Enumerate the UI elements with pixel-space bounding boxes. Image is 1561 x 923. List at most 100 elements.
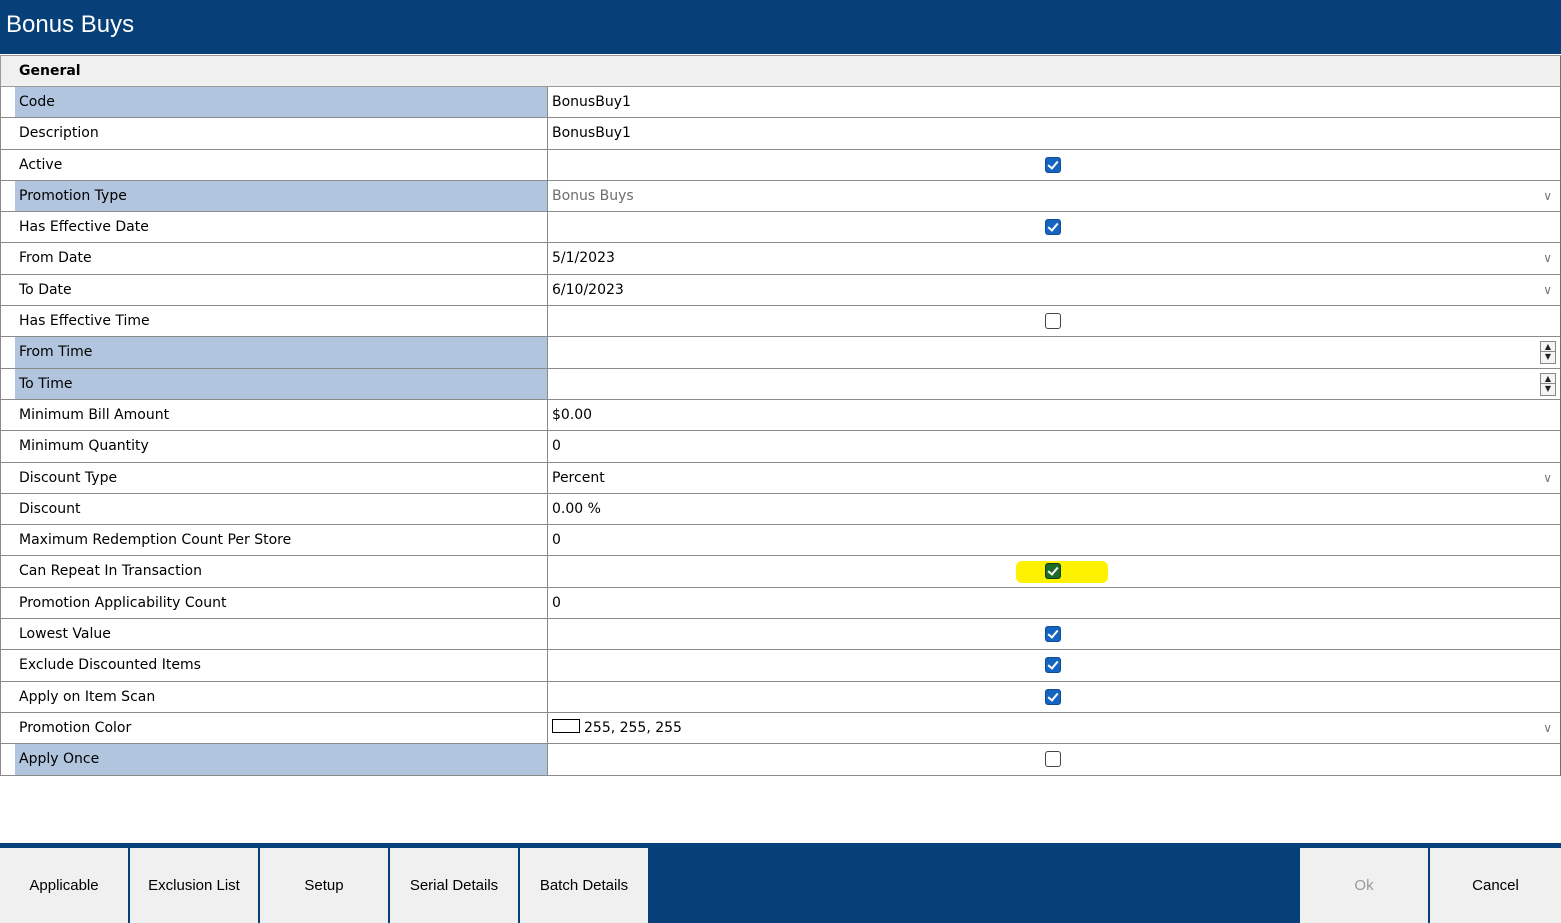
checkbox-active[interactable] xyxy=(1045,156,1061,173)
property-value-active[interactable] xyxy=(548,150,1560,180)
property-value-has-effective-date[interactable] xyxy=(548,212,1560,242)
category-header[interactable]: General xyxy=(0,55,1561,87)
property-label: Active xyxy=(15,149,548,180)
property-label: Promotion Color xyxy=(15,712,548,744)
checkbox-can-repeat-in-transaction[interactable] xyxy=(1045,563,1061,580)
property-row-exclude-discounted-items[interactable]: Exclude Discounted Items xyxy=(0,650,1561,682)
property-label: Lowest Value xyxy=(15,619,548,650)
property-label: From Time xyxy=(15,337,548,368)
checkbox-exclude-discounted-items[interactable] xyxy=(1045,657,1061,674)
property-row-apply-on-item-scan[interactable]: Apply on Item Scan xyxy=(0,681,1561,713)
property-row-from-date[interactable]: From Date 5/1/2023 ∨ xyxy=(0,243,1561,275)
time-spinner[interactable]: ▲ ▼ xyxy=(1540,372,1556,396)
property-value-can-repeat-in-transaction[interactable] xyxy=(548,556,1560,586)
property-row-description[interactable]: Description BonusBuy1 xyxy=(0,118,1561,150)
property-label: Discount xyxy=(15,493,548,525)
yellow-highlight-mark xyxy=(1016,561,1108,584)
property-row-discount[interactable]: Discount 0.00 % xyxy=(0,493,1561,526)
applicable-button[interactable]: Applicable xyxy=(0,848,128,923)
checkbox-has-effective-time[interactable] xyxy=(1045,313,1061,330)
checkbox-apply-on-item-scan[interactable] xyxy=(1045,688,1061,705)
checkbox-lowest-value[interactable] xyxy=(1045,626,1061,643)
property-value-exclude-discounted-items[interactable] xyxy=(548,650,1560,680)
serial-details-button[interactable]: Serial Details xyxy=(390,848,518,923)
property-label: Has Effective Date xyxy=(15,212,548,243)
chevron-down-icon[interactable]: ∨ xyxy=(1543,463,1552,493)
property-row-maximum-redemption-count-per-store[interactable]: Maximum Redemption Count Per Store 0 xyxy=(0,525,1561,557)
property-rows: Code BonusBuy1 Description BonusBuy1 Active P… xyxy=(0,87,1561,776)
property-row-active[interactable]: Active xyxy=(0,149,1561,181)
ok-button[interactable]: Ok xyxy=(1300,848,1428,923)
chevron-down-icon[interactable]: ∨ xyxy=(1543,243,1552,273)
property-label: To Date xyxy=(15,274,548,306)
property-value-text: 6/10/2023 xyxy=(552,281,624,298)
time-spinner[interactable]: ▲ ▼ xyxy=(1540,341,1556,365)
property-row-has-effective-date[interactable]: Has Effective Date xyxy=(0,212,1561,244)
exclusion-list-button[interactable]: Exclusion List xyxy=(130,848,258,923)
property-value-text: 255, 255, 255 xyxy=(584,719,682,736)
checkbox-has-effective-date[interactable] xyxy=(1045,219,1061,236)
property-value-lowest-value[interactable] xyxy=(548,619,1560,649)
property-value-apply-on-item-scan[interactable] xyxy=(548,682,1560,712)
color-swatch xyxy=(552,719,580,734)
property-row-promotion-color[interactable]: Promotion Color 255, 255, 255 ∨ xyxy=(0,712,1561,745)
property-value-apply-once[interactable] xyxy=(548,744,1560,774)
property-row-code[interactable]: Code BonusBuy1 xyxy=(0,87,1561,119)
property-value-maximum-redemption-count-per-store[interactable]: 0 xyxy=(548,525,1560,555)
property-value-minimum-bill-amount[interactable]: $0.00 xyxy=(548,400,1560,430)
setup-button[interactable]: Setup xyxy=(260,848,388,923)
property-label: Description xyxy=(15,118,548,149)
property-label: Apply on Item Scan xyxy=(15,681,548,712)
property-row-has-effective-time[interactable]: Has Effective Time xyxy=(0,306,1561,338)
property-label: Minimum Quantity xyxy=(15,431,548,462)
property-label: Has Effective Time xyxy=(15,306,548,337)
property-value-discount[interactable]: 0.00 % xyxy=(548,494,1560,524)
spin-down-icon[interactable]: ▼ xyxy=(1541,352,1555,362)
property-value-code[interactable]: BonusBuy1 xyxy=(548,87,1560,117)
property-label: Maximum Redemption Count Per Store xyxy=(15,525,548,556)
property-value-from-date[interactable]: 5/1/2023 ∨ xyxy=(548,243,1560,273)
property-row-apply-once[interactable]: Apply Once xyxy=(0,744,1561,776)
property-label: Code xyxy=(15,87,548,118)
property-value-promotion-color[interactable]: 255, 255, 255 ∨ xyxy=(548,713,1560,743)
property-row-to-time[interactable]: To Time ▲ ▼ xyxy=(0,368,1561,400)
property-value-text: Bonus Buys xyxy=(552,187,634,204)
property-row-discount-type[interactable]: Discount Type Percent ∨ xyxy=(0,462,1561,494)
property-value-description[interactable]: BonusBuy1 xyxy=(548,118,1560,148)
property-row-promotion-type[interactable]: Promotion Type Bonus Buys ∨ xyxy=(0,180,1561,213)
property-label: Discount Type xyxy=(15,462,548,493)
property-value-text: $0.00 xyxy=(552,406,593,423)
property-row-minimum-bill-amount[interactable]: Minimum Bill Amount $0.00 xyxy=(0,399,1561,432)
property-row-to-date[interactable]: To Date 6/10/2023 ∨ xyxy=(0,274,1561,307)
chevron-down-icon[interactable]: ∨ xyxy=(1543,181,1552,211)
property-row-promotion-applicability-count[interactable]: Promotion Applicability Count 0 xyxy=(0,587,1561,620)
spin-down-icon[interactable]: ▼ xyxy=(1541,384,1555,394)
property-value-to-time[interactable]: ▲ ▼ xyxy=(548,369,1560,399)
property-value-promotion-type[interactable]: Bonus Buys ∨ xyxy=(548,181,1560,211)
property-row-can-repeat-in-transaction[interactable]: Can Repeat In Transaction xyxy=(0,556,1561,588)
property-label: Apply Once xyxy=(15,744,548,775)
property-value-text: BonusBuy1 xyxy=(552,125,631,142)
batch-details-button[interactable]: Batch Details xyxy=(520,848,648,923)
spin-up-icon[interactable]: ▲ xyxy=(1541,342,1555,353)
property-row-lowest-value[interactable]: Lowest Value xyxy=(0,619,1561,651)
property-label: To Time xyxy=(15,368,548,399)
property-value-text: 0 xyxy=(552,438,561,455)
property-value-text: 0.00 % xyxy=(552,500,601,517)
checkbox-apply-once[interactable] xyxy=(1045,751,1061,768)
property-value-has-effective-time[interactable] xyxy=(548,306,1560,336)
cancel-button[interactable]: Cancel xyxy=(1430,848,1561,923)
property-label: Exclude Discounted Items xyxy=(15,650,548,681)
property-value-discount-type[interactable]: Percent ∨ xyxy=(548,463,1560,493)
property-row-minimum-quantity[interactable]: Minimum Quantity 0 xyxy=(0,431,1561,463)
property-label: Promotion Type xyxy=(15,180,548,212)
property-row-from-time[interactable]: From Time ▲ ▼ xyxy=(0,337,1561,369)
property-value-text: BonusBuy1 xyxy=(552,94,631,110)
property-value-from-time[interactable]: ▲ ▼ xyxy=(548,337,1560,367)
property-value-promotion-applicability-count[interactable]: 0 xyxy=(548,588,1560,618)
property-value-to-date[interactable]: 6/10/2023 ∨ xyxy=(548,275,1560,305)
spin-up-icon[interactable]: ▲ xyxy=(1541,374,1555,384)
property-value-minimum-quantity[interactable]: 0 xyxy=(548,431,1560,461)
chevron-down-icon[interactable]: ∨ xyxy=(1543,713,1552,743)
chevron-down-icon[interactable]: ∨ xyxy=(1543,275,1552,305)
